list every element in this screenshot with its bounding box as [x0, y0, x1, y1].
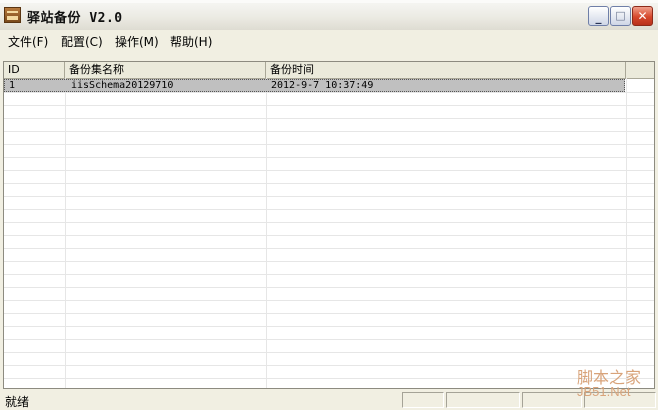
grid-line	[65, 78, 66, 388]
menu-operation[interactable]: 操作(M)	[115, 33, 159, 50]
grid-line	[4, 235, 654, 236]
status-text: 就绪	[5, 395, 30, 409]
grid-line	[626, 78, 627, 388]
cell-name: iisSchema20129710	[71, 80, 174, 91]
grid-line	[4, 222, 654, 223]
title-bar[interactable]: 驿站备份 V2.0 _ □ ✕	[0, 0, 658, 31]
status-panel	[446, 392, 520, 408]
grid-line	[4, 131, 654, 132]
grid-line	[4, 183, 654, 184]
grid-line	[4, 378, 654, 379]
status-panel	[402, 392, 444, 408]
main-window: 驿站备份 V2.0 _ □ ✕ 文件(F) 配置(C) 操作(M) 帮助(H) …	[0, 0, 658, 410]
cell-time: 2012-9-7 10:37:49	[271, 80, 374, 91]
grid-line	[4, 287, 654, 288]
grid-line	[4, 105, 654, 106]
column-header-name[interactable]: 备份集名称	[65, 62, 266, 78]
grid-line	[266, 78, 267, 388]
status-bar: 就绪	[0, 390, 658, 410]
table-row[interactable]: 1 iisSchema20129710 2012-9-7 10:37:49	[4, 79, 625, 92]
grid-line	[4, 157, 654, 158]
grid-line	[4, 118, 654, 119]
menu-config[interactable]: 配置(C)	[61, 33, 103, 50]
backup-app-icon[interactable]	[4, 7, 21, 23]
grid-line	[4, 365, 654, 366]
status-panel	[522, 392, 582, 408]
minimize-button[interactable]: _	[588, 6, 609, 26]
grid-line	[4, 209, 654, 210]
column-header-time[interactable]: 备份时间	[266, 62, 626, 78]
menu-help[interactable]: 帮助(H)	[170, 33, 212, 50]
title-bar-edge	[0, 0, 658, 3]
grid-line	[4, 326, 654, 327]
grid-line	[4, 339, 654, 340]
grid-line	[4, 92, 654, 93]
close-button[interactable]: ✕	[632, 6, 653, 26]
grid-line	[4, 352, 654, 353]
menu-file[interactable]: 文件(F)	[8, 33, 48, 50]
window-title: 驿站备份 V2.0	[27, 11, 123, 26]
grid-line	[4, 144, 654, 145]
status-panel	[584, 392, 656, 408]
backup-list[interactable]: ID 备份集名称 备份时间 1 iisSchema20129710 2012-9…	[3, 61, 655, 389]
menu-bar: 文件(F) 配置(C) 操作(M) 帮助(H)	[0, 30, 658, 51]
grid-line	[4, 261, 654, 262]
grid-line	[4, 313, 654, 314]
grid-line	[4, 170, 654, 171]
list-header: ID 备份集名称 备份时间	[4, 62, 654, 79]
cell-id: 1	[9, 80, 16, 91]
grid-line	[4, 248, 654, 249]
column-header-id[interactable]: ID	[4, 62, 65, 78]
maximize-button[interactable]: □	[610, 6, 631, 26]
grid-line	[4, 300, 654, 301]
grid-line	[4, 196, 654, 197]
grid-line	[4, 274, 654, 275]
column-header-extra[interactable]	[626, 62, 654, 78]
